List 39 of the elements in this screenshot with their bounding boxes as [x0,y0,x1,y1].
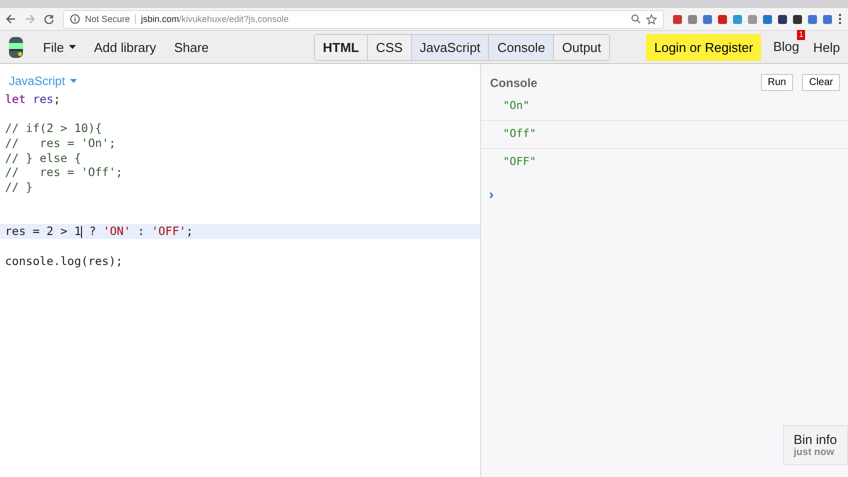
code-line: // } else { [4,150,82,166]
url-text: jsbin.com/kivukehuxe/edit?js,console [141,14,289,24]
prompt-icon[interactable]: › [489,186,494,202]
caret-icon [68,45,76,49]
code-line: // } [4,180,34,195]
console-output: "OFF" [503,155,536,168]
help-link[interactable]: Help [813,40,840,54]
jsbin-logo-icon[interactable] [8,35,24,59]
address-bar[interactable]: Not Secure jsbin.com/kivukehuxe/edit?js,console [63,10,664,28]
panel-tab[interactable]: HTML [314,34,368,60]
star-icon[interactable] [646,14,657,24]
code-line: // res = 'On'; [4,136,117,151]
back-icon[interactable] [6,14,16,24]
code-line: let res; [4,92,62,107]
run-button[interactable]: Run [760,74,794,91]
code-line: console.log(res); [4,254,124,268]
bin-info-title: Bin info [794,432,837,447]
security-label: Not Secure [85,14,136,24]
bin-info-time: just now [794,447,836,458]
panel-tab[interactable]: JavaScript [412,34,490,60]
reload-icon[interactable] [44,14,54,24]
code-line: // res = 'Off'; [4,165,124,180]
code-line: // if(2 > 10){ [4,121,103,136]
blog-link[interactable]: Blog [773,39,800,54]
console-title: Console [490,76,538,90]
zoom-icon[interactable] [631,14,641,24]
menu-button[interactable]: File [34,40,85,54]
bin-info-panel[interactable]: Bin info just now [782,425,848,465]
login-button[interactable]: Login or Register [646,34,762,60]
console-output: "Off" [503,127,536,140]
menu-button[interactable]: Add library [84,40,166,54]
notification-badge: 1 [796,30,806,40]
info-icon [70,14,80,24]
more-icon[interactable] [838,13,842,25]
panel-tab[interactable]: Console [489,34,554,60]
menu-button[interactable]: Share [165,40,218,54]
caret-icon [70,79,78,83]
clear-button[interactable]: Clear [802,74,840,91]
console-output: "On" [503,99,530,112]
